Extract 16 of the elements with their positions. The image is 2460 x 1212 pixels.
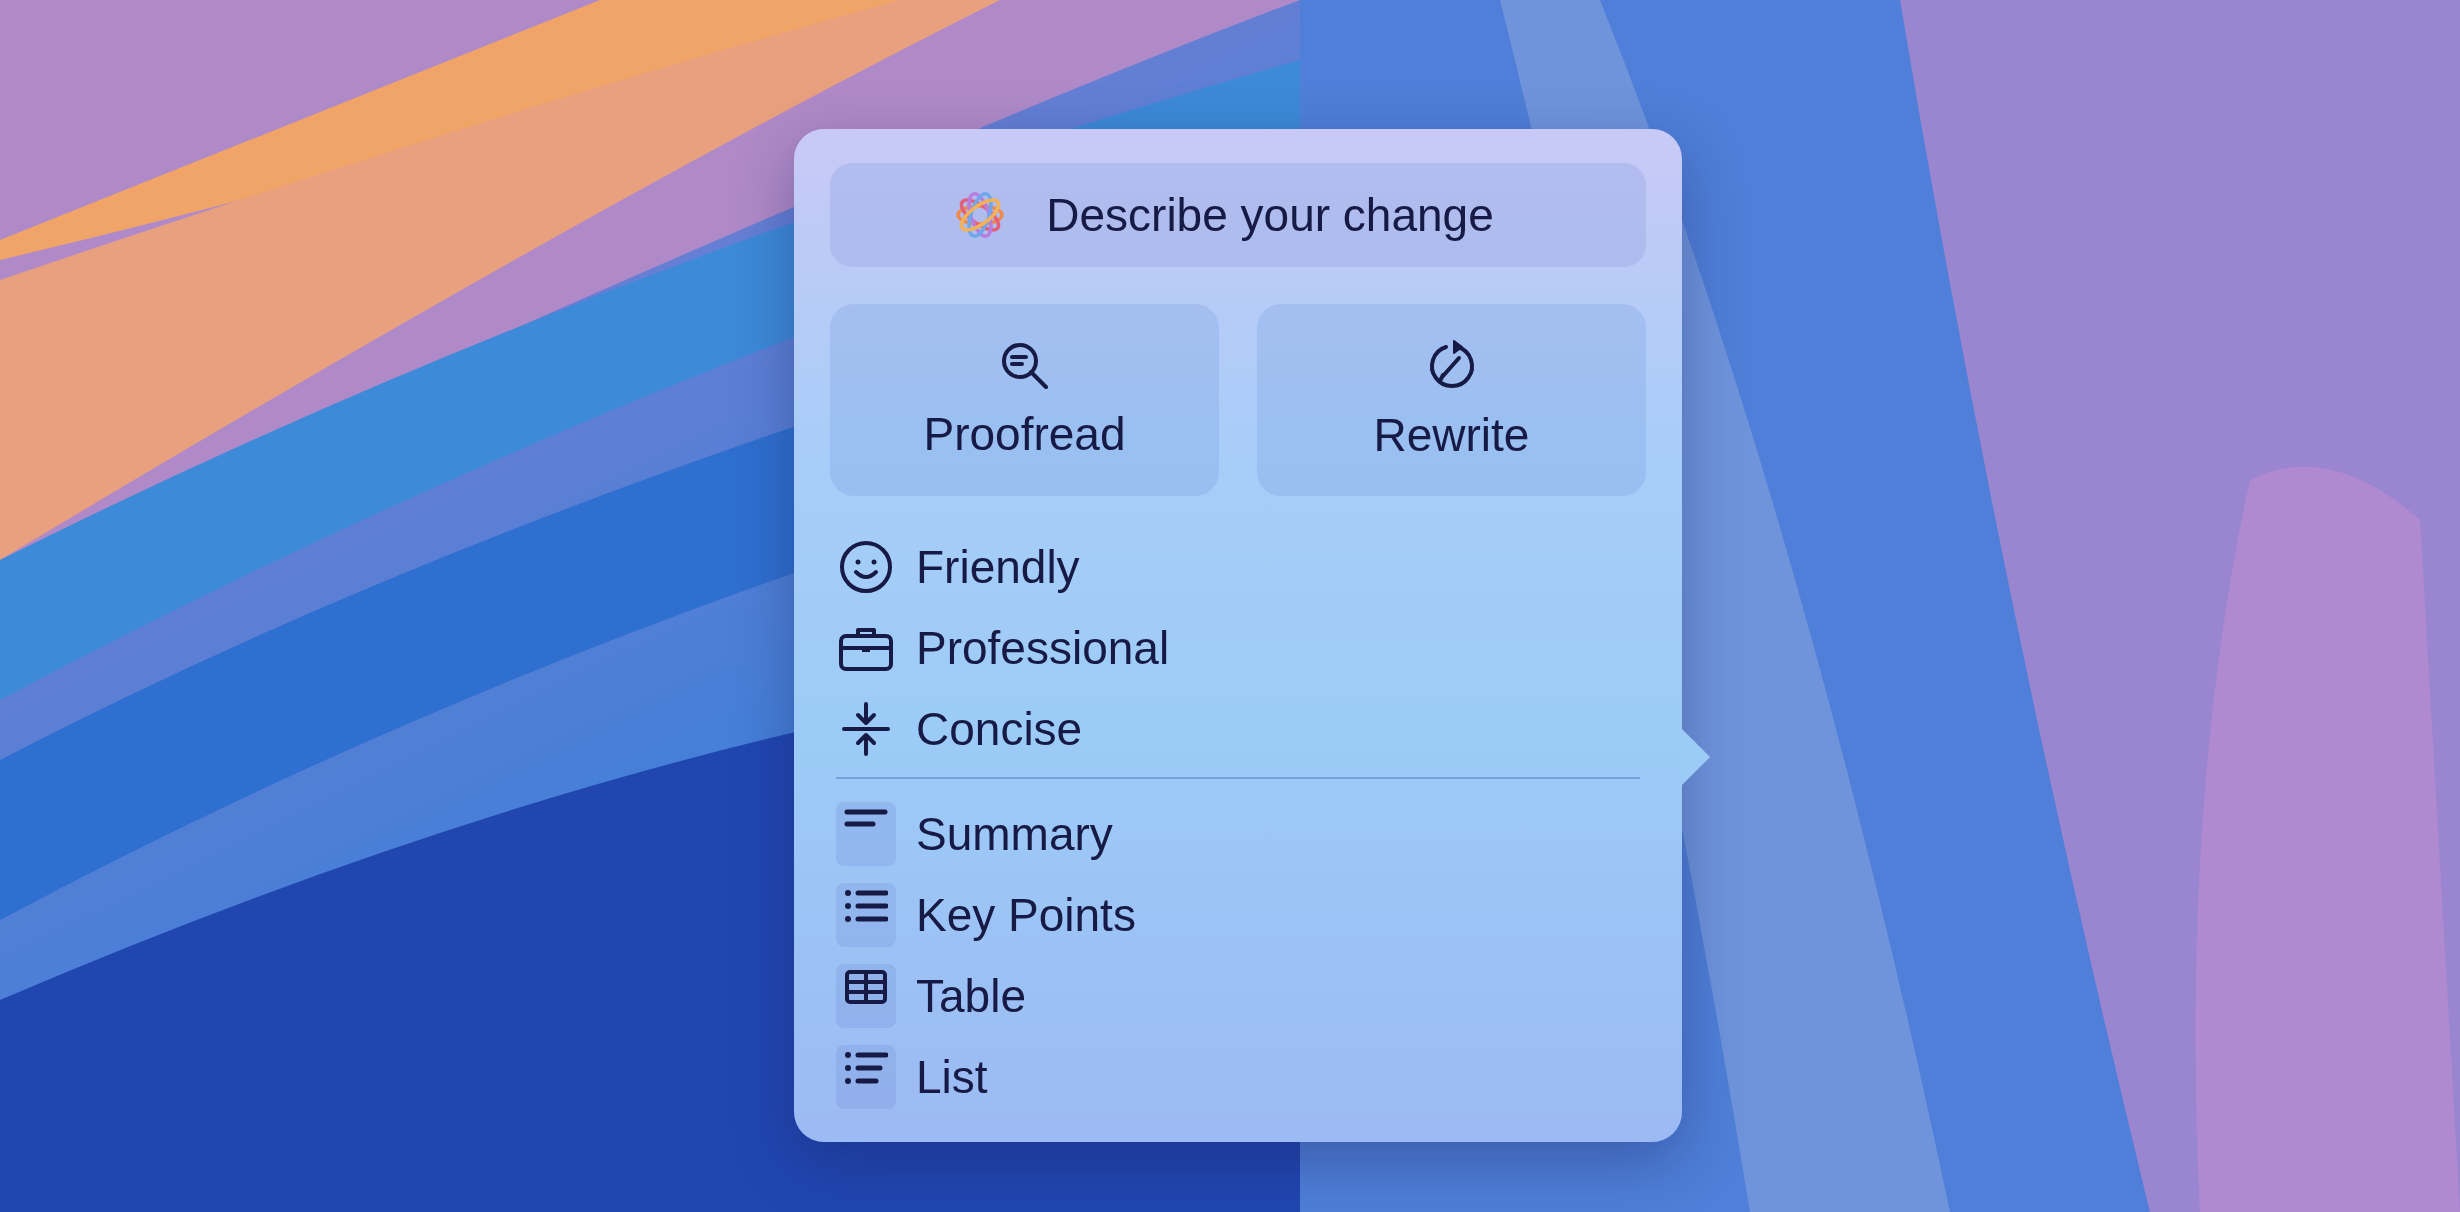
bullet-list-icon xyxy=(844,888,888,923)
smiley-icon xyxy=(839,539,893,594)
menu-item[interactable]: Key Points xyxy=(916,887,1136,942)
list-icon xyxy=(844,1050,888,1085)
menu-item[interactable]: Concise xyxy=(916,701,1083,756)
menu-item[interactable]: Table xyxy=(916,968,1026,1023)
text-lines-icon xyxy=(844,807,888,830)
compress-icon xyxy=(841,700,891,757)
table-icon xyxy=(845,969,887,1004)
action-button[interactable]: Rewrite xyxy=(1257,304,1646,496)
menu-item[interactable]: Summary xyxy=(916,806,1113,861)
menu-item[interactable]: Friendly xyxy=(916,539,1080,594)
sparkle-icon xyxy=(954,189,1006,241)
menu-item[interactable]: List xyxy=(916,1049,988,1104)
action-button[interactable]: Proofread xyxy=(830,304,1219,496)
menu-item[interactable]: Professional xyxy=(916,620,1170,675)
